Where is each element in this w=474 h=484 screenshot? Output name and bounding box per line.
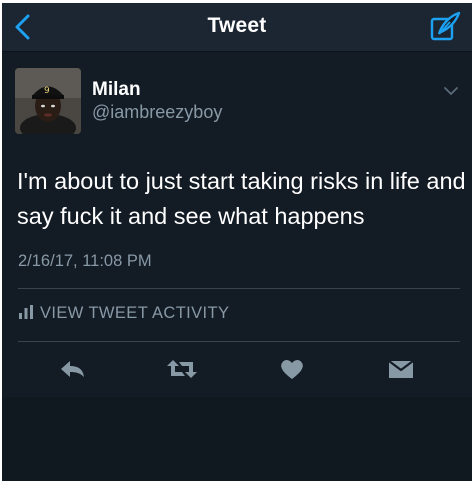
nav-bar: Tweet: [2, 3, 472, 52]
author-handle[interactable]: @iambreezyboy: [92, 102, 222, 123]
compose-button[interactable]: [428, 10, 462, 44]
direct-message-button[interactable]: [386, 357, 416, 381]
direct-message-icon: [388, 360, 414, 378]
page-title: Tweet: [207, 14, 267, 37]
reply-icon: [61, 361, 84, 377]
screenshot-frame: Tweet 9 Milan @iambreezyboy I'm about to…: [0, 0, 474, 484]
retweet-button[interactable]: [165, 357, 199, 381]
tweet-timestamp: 2/16/17, 11:08 PM: [18, 252, 152, 270]
compose-feather-icon: [430, 11, 461, 41]
divider: [18, 288, 460, 289]
heart-icon: [281, 360, 303, 379]
like-button[interactable]: [277, 357, 307, 381]
avatar-cap-text: 9: [44, 86, 50, 96]
tweet-detail: 9 Milan @iambreezyboy I'm about to just …: [2, 52, 472, 397]
avatar-image: 9: [15, 68, 81, 134]
app-screen: Tweet 9 Milan @iambreezyboy I'm about to…: [2, 3, 472, 481]
view-tweet-activity-label: VIEW TWEET ACTIVITY: [40, 304, 230, 322]
reply-button[interactable]: [58, 357, 88, 381]
tweet-menu-button[interactable]: [442, 84, 460, 98]
divider: [18, 341, 460, 342]
view-tweet-activity-link[interactable]: VIEW TWEET ACTIVITY: [18, 304, 229, 326]
empty-area: [2, 397, 472, 481]
bar-chart-icon: [18, 305, 34, 319]
tweet-text: I'm about to just start taking risks in …: [17, 168, 466, 229]
author-name[interactable]: Milan: [92, 79, 141, 101]
avatar[interactable]: 9: [15, 68, 81, 134]
retweet-icon: [167, 360, 197, 378]
chevron-down-icon: [444, 87, 458, 95]
